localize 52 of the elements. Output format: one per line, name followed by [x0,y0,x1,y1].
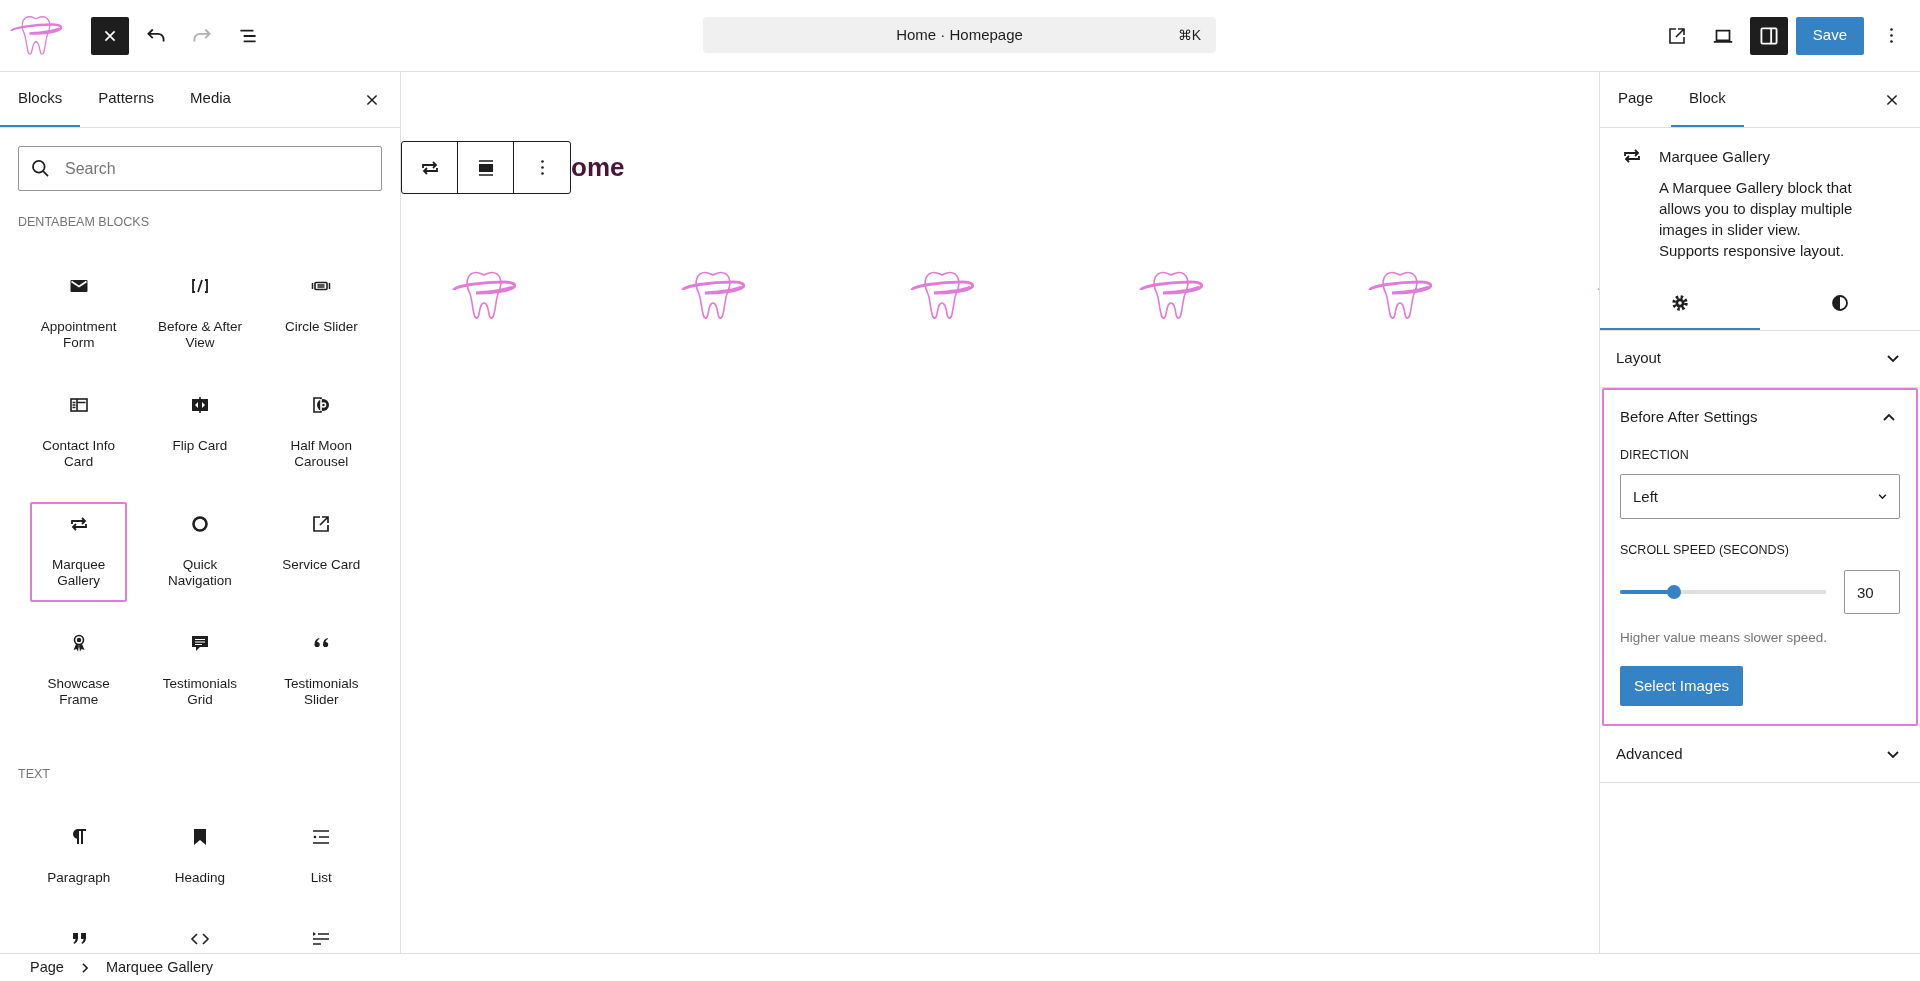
block-item[interactable]: Half Moon Carousel [272,382,370,483]
panel-header[interactable]: Advanced [1600,726,1920,783]
sidebar-tab[interactable]: Block [1671,72,1744,127]
category-heading: DENTABEAM BLOCKS [17,214,151,231]
select-images-button[interactable]: Select Images [1620,666,1744,707]
breadcrumb-link[interactable]: Marquee Gallery [97,956,222,979]
chevron-down-icon [1887,355,1899,362]
kebab-menu-icon [1889,28,1893,43]
help-text: Higher value means slower speed. [1620,629,1829,647]
chevron-down-icon [1878,494,1887,500]
block-title: Marquee Gallery [1659,147,1771,167]
chevron-down-icon [1887,750,1899,758]
number-field[interactable]: 30 [1844,570,1900,614]
search-field[interactable]: Search [18,146,382,191]
settings-toggle-button[interactable] [1749,16,1788,55]
block-item[interactable]: Service Card [272,501,370,602]
block-item[interactable]: Flip Card [151,382,249,483]
close-inserter-button[interactable] [91,16,129,55]
command-bar[interactable]: Home · Homepage ⌘K [703,17,1216,53]
field-label: SCROLL SPEED (SECONDS) [1620,542,1791,560]
block-item[interactable]: Paragraph [30,814,128,915]
sidebar-tab[interactable]: Page [1600,72,1672,127]
block-item[interactable]: Marquee Gallery [30,501,128,602]
page-title: Home · Homepage [896,24,1023,45]
category-heading: TEXT [17,765,51,783]
page-heading: ome [571,151,625,184]
block-description: A Marquee Gallery block that allows you to display multiple images in slider view. Supports responsive layout. [1659,177,1854,261]
kebab-menu-icon [540,160,544,175]
inserter-tab[interactable]: Media [172,72,249,127]
chevron-right-icon [81,962,88,973]
chevron-up-icon [1883,414,1895,421]
block-item[interactable]: Testimonials Grid [151,620,249,721]
inserter-tab[interactable]: Blocks [0,72,81,127]
save-button[interactable]: Save [1795,16,1864,55]
inserter-tab[interactable]: Patterns [80,72,173,127]
block-item[interactable]: Appointment Form [30,263,128,364]
panel-header[interactable]: Layout [1600,330,1920,387]
slider-thumb[interactable] [1666,585,1681,599]
block-item[interactable]: Contact Info Card [30,382,128,483]
panel-header[interactable]: Before After Settings [1604,389,1916,446]
block-item[interactable]: Before & After View [151,263,249,364]
direction-select[interactable]: Left [1620,474,1900,520]
breadcrumb-link[interactable]: Page [22,956,72,979]
block-item[interactable]: Heading [151,814,249,915]
block-item[interactable]: Circle Slider [272,263,370,364]
block-item[interactable]: Showcase Frame [30,620,128,721]
block-item[interactable]: List [272,814,370,915]
keyboard-shortcut: ⌘K [1177,25,1201,45]
block-item[interactable]: Testimonials Slider [272,620,370,721]
field-label: DIRECTION [1620,446,1690,464]
search-icon [32,160,49,177]
block-item[interactable]: Quick Navigation [151,501,249,602]
